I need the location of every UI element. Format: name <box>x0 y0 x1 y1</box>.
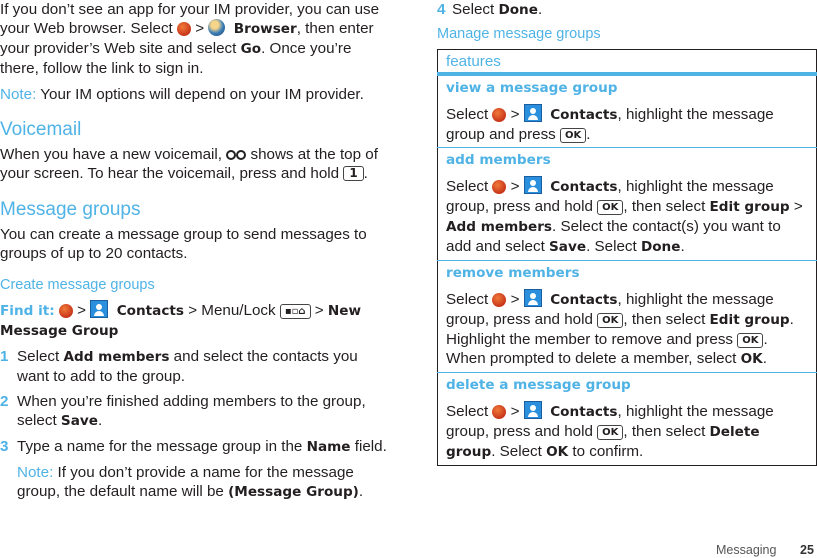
ok-key-icon: OK <box>597 313 624 328</box>
ok-key-icon: OK <box>597 200 624 215</box>
voicemail-paragraph: When you have a new voicemail, shows at … <box>0 146 378 182</box>
table-row: delete a message group Select > Contacts… <box>446 377 774 460</box>
contacts-icon <box>523 104 542 122</box>
step-4: 4 Select Done. <box>437 1 543 18</box>
step-2: 2 When you’re finished adding members to … <box>0 393 366 429</box>
step-3: 3 Type a name for the message group in th… <box>0 438 387 455</box>
page-number: 25 <box>800 543 814 557</box>
intro-paragraph: If you don’t see an app for your IM prov… <box>0 1 380 77</box>
find-it-path: Find it: > Contacts > Menu/Lock ▪▫⌂ > Ne… <box>0 300 362 339</box>
features-table: features view a message group Select > C… <box>437 49 817 466</box>
launcher-icon <box>492 293 507 307</box>
launcher-icon <box>492 180 507 194</box>
contacts-icon <box>90 300 109 318</box>
launcher-icon <box>492 108 507 122</box>
browser-globe-icon <box>208 19 226 36</box>
contacts-icon <box>523 176 542 194</box>
left-column: If you don’t see an app for your IM prov… <box>0 0 390 502</box>
footer-section: Messaging <box>716 543 777 557</box>
contacts-icon <box>523 289 542 307</box>
ok-key-icon: OK <box>559 128 587 143</box>
step-1: 1 Select Add members and select the conta… <box>0 348 358 385</box>
key-1-icon: 1 <box>343 166 364 181</box>
voicemail-icon <box>226 150 247 160</box>
create-groups-heading: Create message groups <box>0 277 155 293</box>
contacts-icon <box>523 401 542 419</box>
launcher-icon <box>58 304 73 318</box>
message-groups-paragraph: You can create a message group to send m… <box>0 226 367 262</box>
table-row: add members Select > Contacts, highlight… <box>437 147 817 261</box>
launcher-icon <box>176 22 191 36</box>
ok-key-icon: OK <box>597 425 624 440</box>
menu-lock-key-icon: ▪▫⌂ <box>279 304 311 319</box>
manage-groups-heading: Manage message groups <box>437 26 601 42</box>
step-3-note: Note: If you don’t provide a name for th… <box>17 464 364 500</box>
right-column: 4 Select Done. Manage message groups feat… <box>437 0 817 466</box>
ok-key-icon: OK <box>737 333 764 348</box>
features-header: features <box>437 49 817 76</box>
table-row: remove members Select > Contacts, highli… <box>437 260 817 373</box>
table-row: view a message group Select > Contacts, … <box>437 74 817 148</box>
voicemail-heading: Voicemail <box>0 119 82 140</box>
im-note: Note: Your IM options will depend on you… <box>0 86 364 103</box>
launcher-icon <box>492 405 507 419</box>
message-groups-heading: Message groups <box>0 199 141 220</box>
